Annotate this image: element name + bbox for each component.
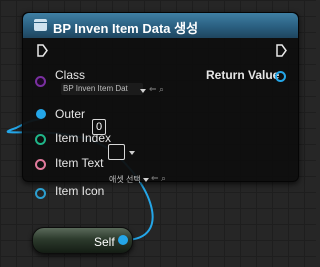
exec-in-pin-icon[interactable] <box>37 44 48 57</box>
use-selected-arrow-icon[interactable]: ⇐ <box>149 84 157 94</box>
item-icon-label: Item Icon <box>55 184 105 198</box>
use-selected-arrow-icon[interactable]: ⇐ <box>151 173 159 183</box>
item-icon-asset-select[interactable]: 애셋 선택 <box>109 174 143 186</box>
node-title: BP Inven Item Data 생성 <box>53 21 199 36</box>
outer-label: Outer <box>55 107 86 121</box>
item-index-pin-icon[interactable] <box>35 134 46 145</box>
item-text-input[interactable] <box>108 144 125 160</box>
browse-search-icon[interactable]: ⌕ <box>161 173 166 183</box>
chevron-down-icon[interactable] <box>143 178 149 182</box>
item-index-input[interactable]: 0 <box>92 119 106 135</box>
return-value-pin-icon[interactable] <box>275 71 286 82</box>
self-reference-node[interactable]: Self <box>32 227 133 254</box>
self-label: Self <box>94 235 115 249</box>
function-node[interactable]: BP Inven Item Data 생성 Class BP Inven Ite… <box>22 12 299 199</box>
self-output-pin-icon[interactable] <box>118 235 128 245</box>
chevron-down-icon[interactable] <box>140 89 146 93</box>
item-icon-pin-icon[interactable] <box>35 188 46 199</box>
outer-pin-icon[interactable] <box>36 109 46 119</box>
chevron-down-icon[interactable] <box>129 151 135 155</box>
class-select[interactable]: BP Inven Item Dat <box>61 83 143 95</box>
class-label: Class <box>55 68 86 82</box>
browse-search-icon[interactable]: ⌕ <box>159 84 164 94</box>
exec-out-pin-icon[interactable] <box>276 44 287 57</box>
function-icon <box>34 19 47 31</box>
item-text-label: Item Text <box>55 156 104 170</box>
return-value-label: Return Value <box>206 68 280 82</box>
node-header[interactable]: BP Inven Item Data 생성 <box>23 13 298 38</box>
class-pin-icon[interactable] <box>35 76 46 87</box>
item-text-pin-icon[interactable] <box>35 159 46 170</box>
